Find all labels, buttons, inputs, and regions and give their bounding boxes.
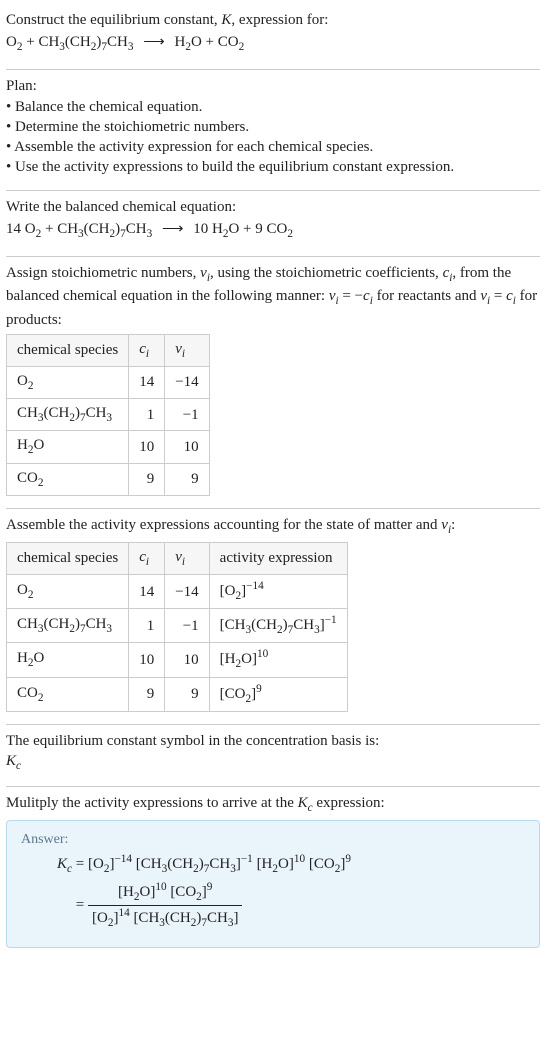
- prompt-line: Construct the equilibrium constant, K, e…: [6, 10, 540, 30]
- cell-nui: −1: [165, 399, 209, 431]
- cell-ci: 14: [129, 366, 165, 398]
- species-co2: CO2: [218, 34, 244, 50]
- plan-heading: Plan:: [6, 76, 540, 96]
- reaction-arrow-icon: ⟶: [156, 219, 190, 239]
- cell-activity: [H2O]10: [209, 643, 347, 677]
- reaction-arrow-icon: ⟶: [137, 32, 171, 52]
- answer-box: Answer: Kc = [O2]−14 [CH3(CH2)7CH3]−1 [H…: [6, 820, 540, 947]
- cell-nui: 10: [165, 643, 209, 677]
- plan-item: • Assemble the activity expression for e…: [6, 137, 540, 157]
- cell-species: O2: [7, 366, 129, 398]
- answer-expression: Kc = [O2]−14 [CH3(CH2)7CH3]−1 [H2O]10 [C…: [21, 852, 525, 931]
- prompt-text-b: , expression for:: [231, 12, 328, 28]
- species-h2o: H2O: [174, 34, 201, 50]
- basis-line: The equilibrium constant symbol in the c…: [6, 731, 540, 751]
- cell-ci: 9: [129, 677, 165, 711]
- table-row: CH3(CH2)7CH3 1 −1 [CH3(CH2)7CH3]−1: [7, 609, 348, 643]
- kc-symbol: Kc: [6, 751, 540, 774]
- plan-item: • Balance the chemical equation.: [6, 97, 540, 117]
- cell-ci: 1: [129, 609, 165, 643]
- fraction-numerator: [H2O]10 [CO2]9: [88, 880, 242, 906]
- cell-species: CH3(CH2)7CH3: [7, 609, 129, 643]
- unbalanced-equation: O2 + CH3(CH2)7CH3 ⟶ H2O + CO2: [6, 32, 540, 55]
- balanced-intro: Write the balanced chemical equation:: [6, 197, 540, 217]
- species-co2: CO2: [267, 221, 293, 237]
- table-header-row: chemical species ci νi: [7, 334, 210, 366]
- species-h2o: H2O: [212, 221, 239, 237]
- balanced-equation: 14 O2 + CH3(CH2)7CH3 ⟶ 10 H2O + 9 CO2: [6, 219, 540, 242]
- col-species: chemical species: [7, 542, 129, 574]
- species-o2: O2: [6, 34, 22, 50]
- cell-species: O2: [7, 575, 129, 609]
- fraction: [H2O]10 [CO2]9 [O2]14 [CH3(CH2)7CH3]: [88, 880, 242, 931]
- activity-section: Assemble the activity expressions accoun…: [6, 509, 540, 725]
- table-row: CH3(CH2)7CH3 1 −1: [7, 399, 210, 431]
- answer-section: Mulitply the activity expressions to arr…: [6, 787, 540, 960]
- species-nonane: CH3(CH2)7CH3: [57, 221, 152, 237]
- basis-section: The equilibrium constant symbol in the c…: [6, 725, 540, 787]
- plan-item: • Use the activity expressions to build …: [6, 157, 540, 177]
- cell-ci: 10: [129, 643, 165, 677]
- table-row: CO2 9 9: [7, 463, 210, 495]
- table-row: H2O 10 10 [H2O]10: [7, 643, 348, 677]
- col-nui: νi: [165, 542, 209, 574]
- cell-activity: [O2]−14: [209, 575, 347, 609]
- table-row: CO2 9 9 [CO2]9: [7, 677, 348, 711]
- col-species: chemical species: [7, 334, 129, 366]
- cell-species: H2O: [7, 643, 129, 677]
- plan-section: Plan: • Balance the chemical equation. •…: [6, 70, 540, 190]
- cell-species: CO2: [7, 677, 129, 711]
- answer-label: Answer:: [21, 831, 525, 850]
- cell-ci: 1: [129, 399, 165, 431]
- cell-activity: [CO2]9: [209, 677, 347, 711]
- cell-nui: −14: [165, 366, 209, 398]
- stoich-text: Assign stoichiometric numbers, νi, using…: [6, 263, 540, 330]
- activity-intro: Assemble the activity expressions accoun…: [6, 515, 540, 538]
- species-nonane: CH3(CH2)7CH3: [38, 34, 133, 50]
- table-row: O2 14 −14 [O2]−14: [7, 575, 348, 609]
- multiply-line: Mulitply the activity expressions to arr…: [6, 793, 540, 816]
- stoich-section: Assign stoichiometric numbers, νi, using…: [6, 257, 540, 509]
- col-nui: νi: [165, 334, 209, 366]
- col-ci: ci: [129, 334, 165, 366]
- cell-ci: 10: [129, 431, 165, 463]
- species-o2: O2: [25, 221, 41, 237]
- table-row: O2 14 −14: [7, 366, 210, 398]
- cell-ci: 14: [129, 575, 165, 609]
- cell-activity: [CH3(CH2)7CH3]−1: [209, 609, 347, 643]
- prompt-text: Construct the equilibrium constant,: [6, 12, 221, 28]
- cell-nui: −14: [165, 575, 209, 609]
- cell-nui: 9: [165, 463, 209, 495]
- stoich-table: chemical species ci νi O2 14 −14 CH3(CH2…: [6, 334, 210, 496]
- cell-nui: 9: [165, 677, 209, 711]
- cell-nui: −1: [165, 609, 209, 643]
- k-symbol: K: [221, 12, 231, 28]
- cell-species: H2O: [7, 431, 129, 463]
- col-ci: ci: [129, 542, 165, 574]
- cell-species: CO2: [7, 463, 129, 495]
- table-row: H2O 10 10: [7, 431, 210, 463]
- cell-ci: 9: [129, 463, 165, 495]
- activity-table: chemical species ci νi activity expressi…: [6, 542, 348, 712]
- cell-nui: 10: [165, 431, 209, 463]
- prompt-section: Construct the equilibrium constant, K, e…: [6, 4, 540, 70]
- plan-item: • Determine the stoichiometric numbers.: [6, 117, 540, 137]
- table-header-row: chemical species ci νi activity expressi…: [7, 542, 348, 574]
- cell-species: CH3(CH2)7CH3: [7, 399, 129, 431]
- col-activity: activity expression: [209, 542, 347, 574]
- fraction-denominator: [O2]14 [CH3(CH2)7CH3]: [88, 906, 242, 931]
- balanced-section: Write the balanced chemical equation: 14…: [6, 191, 540, 257]
